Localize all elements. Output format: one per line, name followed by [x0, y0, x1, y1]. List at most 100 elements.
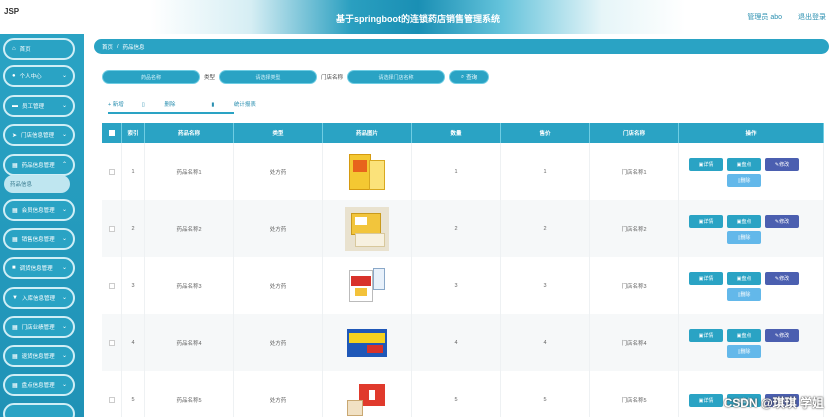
shield-icon: ▼ — [12, 295, 18, 301]
chevron-down-icon: ⌄ — [61, 132, 67, 138]
chevron-up-icon: ⌃ — [61, 162, 67, 168]
table-row: 1 药品名称1 处方药 1 1 门店名称1 ▣ 详情 ▣ 盘点 ✎ 修改 ▯ 删… — [102, 143, 824, 200]
medicine-image — [345, 150, 389, 194]
row-delete-button[interactable]: ▯ 删除 — [727, 174, 761, 187]
main-content: 首页 / 药品信息 药品名称 类型 请选择类型 门店名称 请选择门店名称 ⌕ 查… — [84, 34, 836, 417]
detail-button[interactable]: ▣ 详情 — [689, 272, 723, 285]
sidebar-item-return[interactable]: ▦ 退货信息管理 ⌄ — [3, 345, 75, 367]
header-operations: 操作 — [679, 123, 824, 143]
table-row: 3 药品名称3 处方药 3 3 门店名称3 ▣ 详情 ▣ 盘点 ✎ 修改 ▯ 删… — [102, 257, 824, 314]
row-checkbox[interactable] — [102, 314, 122, 371]
medicine-image — [345, 321, 389, 365]
sidebar-item-sales[interactable]: ▦ 销售信息管理 ⌄ — [3, 228, 75, 250]
row-checkbox[interactable] — [102, 371, 122, 417]
sidebar-item-store[interactable]: ➤ 门店信息管理 ⌄ — [3, 124, 75, 146]
sidebar-item-medicine[interactable]: ▦ 药品信息管理 ⌃ — [3, 154, 75, 176]
inventory-button[interactable]: ▣ 盘点 — [727, 272, 761, 285]
medicine-image — [345, 378, 389, 417]
grid-icon: ▦ — [12, 353, 18, 360]
sidebar-item-performance[interactable]: ▦ 门店业绩管理 ⌄ — [3, 316, 75, 338]
header-name: 药品名称 — [145, 123, 234, 143]
header-quantity: 数量 — [412, 123, 501, 143]
send-icon: ➤ — [12, 132, 18, 139]
breadcrumb-current: 药品信息 — [122, 44, 145, 51]
chevron-down-icon: ⌄ — [61, 382, 67, 388]
medicine-name-input[interactable]: 药品名称 — [102, 70, 200, 84]
chevron-down-icon: ⌄ — [61, 73, 67, 79]
logout-link[interactable]: 退出登录 — [798, 14, 826, 21]
medicine-image — [345, 206, 389, 251]
select-all-checkbox[interactable] — [102, 123, 122, 143]
store-label: 门店名称 — [321, 75, 344, 81]
bar-chart-icon: ▮ — [211, 102, 216, 108]
sidebar-item-stockin[interactable]: ▼ 入库信息管理 ⌄ — [3, 287, 75, 309]
row-checkbox[interactable] — [102, 143, 122, 200]
header-image: 药品图片 — [323, 123, 412, 143]
add-button[interactable]: + 新增 — [108, 100, 124, 108]
chevron-down-icon: ⌄ — [61, 265, 67, 271]
search-bar: 药品名称 类型 请选择类型 门店名称 请选择门店名称 ⌕ 查询 — [102, 70, 490, 84]
user-icon: ● — [12, 73, 16, 79]
chevron-down-icon: ⌄ — [61, 103, 67, 109]
row-checkbox[interactable] — [102, 257, 122, 314]
edit-button[interactable]: ✎ 修改 — [765, 158, 799, 171]
inventory-button[interactable]: ▣ 盘点 — [727, 215, 761, 228]
delete-button[interactable]: ▯ 删除 — [142, 100, 194, 108]
type-label: 类型 — [204, 75, 216, 81]
user-area: 管理员 abo 退出登录 — [733, 12, 826, 22]
store-select[interactable]: 请选择门店名称 — [347, 70, 446, 84]
inventory-button[interactable]: ▣ 盘点 — [727, 158, 761, 171]
card-icon: ▬ — [12, 103, 18, 109]
query-button[interactable]: ⌕ 查询 — [449, 70, 490, 84]
sidebar-item-member[interactable]: ▦ 会员信息管理 ⌄ — [3, 199, 75, 221]
table-row: 2 药品名称2 处方药 2 2 门店名称2 ▣ 详情 ▣ 盘点 ✎ 修改 ▯ 删… — [102, 200, 824, 257]
sidebar-item-profile[interactable]: ● 个人中心 ⌄ — [3, 65, 75, 87]
user-name[interactable]: 管理员 abo — [747, 14, 782, 21]
trash-icon: ▯ — [141, 102, 147, 108]
sidebar-item-staff[interactable]: ▬ 员工管理 ⌄ — [3, 95, 75, 117]
report-button[interactable]: ▮ 统计报表 — [211, 100, 274, 108]
chevron-down-icon: ⌄ — [61, 324, 67, 330]
detail-button[interactable]: ▣ 详情 — [689, 158, 723, 171]
edit-button[interactable]: ✎ 修改 — [765, 329, 799, 342]
grid-icon: ▦ — [12, 382, 18, 389]
detail-button[interactable]: ▣ 详情 — [689, 394, 723, 407]
sidebar-item-inventory[interactable]: ▦ 盘点信息管理 ⌄ — [3, 374, 75, 396]
header-price: 售价 — [501, 123, 590, 143]
grid-icon: ▦ — [12, 236, 18, 243]
row-delete-button[interactable]: ▯ 删除 — [727, 231, 761, 244]
header-store: 门店名称 — [590, 123, 679, 143]
chevron-down-icon: ⌄ — [61, 353, 67, 359]
chevron-down-icon: ⌄ — [61, 236, 67, 242]
tab-underline — [108, 112, 234, 114]
top-bar: JSP 基于springboot的连锁药店销售管理系统 管理员 abo 退出登录 — [0, 0, 836, 34]
detail-button[interactable]: ▣ 详情 — [689, 215, 723, 228]
watermark: CSDN @琪琪 学姐 — [723, 396, 824, 410]
sidebar-item-more[interactable] — [3, 403, 75, 417]
breadcrumb-home[interactable]: 首页 — [102, 43, 113, 51]
medicine-table: 索引 药品名称 类型 药品图片 数量 售价 门店名称 操作 1 药品名称1 处方… — [102, 123, 824, 417]
sidebar: ⌂ 首页 ● 个人中心 ⌄ ▬ 员工管理 ⌄ ➤ 门店信息管理 ⌄ ▦ 药品信息… — [0, 34, 84, 417]
inventory-button[interactable]: ▣ 盘点 — [727, 329, 761, 342]
row-delete-button[interactable]: ▯ 删除 — [727, 345, 761, 358]
edit-button[interactable]: ✎ 修改 — [765, 272, 799, 285]
row-checkbox[interactable] — [102, 200, 122, 257]
system-title: 基于springboot的连锁药店销售管理系统 — [336, 14, 500, 24]
sidebar-subitem-medicine-info[interactable]: 药品信息 — [4, 175, 70, 193]
chevron-down-icon: ⌄ — [61, 295, 67, 301]
grid-icon: ▦ — [12, 162, 18, 169]
type-select[interactable]: 请选择类型 — [219, 70, 318, 84]
row-delete-button[interactable]: ▯ 删除 — [727, 288, 761, 301]
table-row: 5 药品名称5 处方药 5 5 门店名称5 ▣ 详情 ▣ 盘点 ✎ 修改 — [102, 371, 824, 417]
sidebar-item-home[interactable]: ⌂ 首页 — [3, 38, 75, 60]
breadcrumb: 首页 / 药品信息 — [94, 39, 829, 54]
header-type: 类型 — [234, 123, 323, 143]
medicine-image — [345, 264, 389, 308]
detail-button[interactable]: ▣ 详情 — [689, 329, 723, 342]
chevron-down-icon: ⌄ — [61, 207, 67, 213]
box-icon: ■ — [12, 265, 16, 271]
edit-button[interactable]: ✎ 修改 — [765, 215, 799, 228]
sidebar-item-transfer[interactable]: ■ 调货信息管理 ⌄ — [3, 257, 75, 279]
home-icon: ⌂ — [12, 46, 16, 52]
grid-icon: ▦ — [12, 207, 18, 214]
